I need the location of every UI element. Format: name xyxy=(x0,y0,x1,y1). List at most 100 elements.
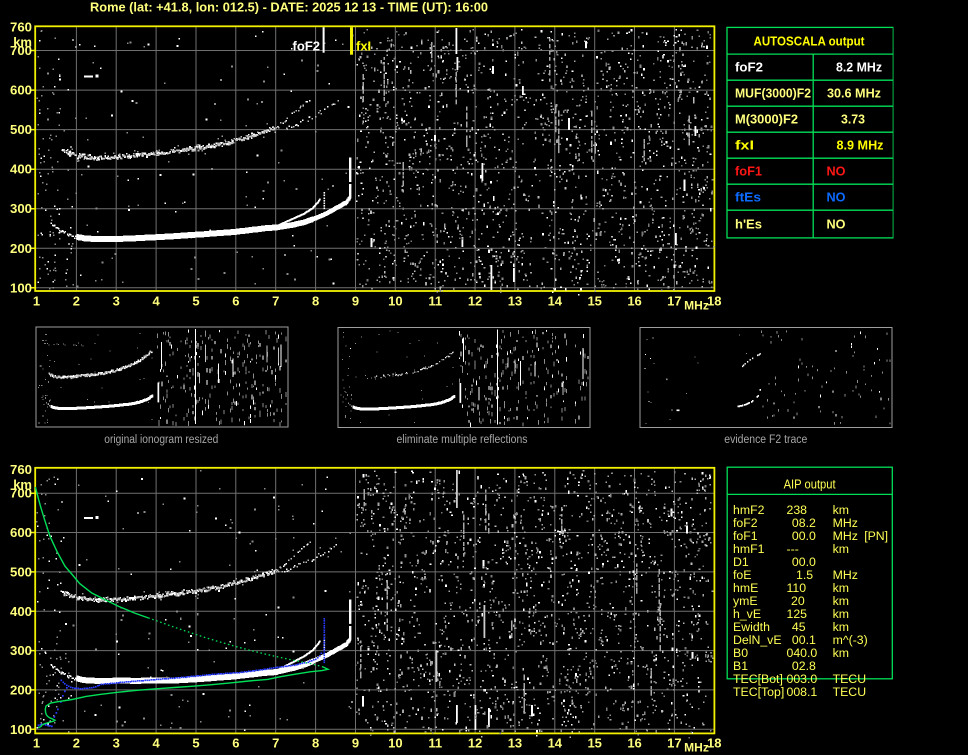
svg-text:foE: foE xyxy=(733,568,751,582)
svg-text:12: 12 xyxy=(468,736,482,751)
svg-text:00.0: 00.0 xyxy=(792,555,816,569)
svg-text:km: km xyxy=(833,620,849,634)
svg-text:NO: NO xyxy=(827,190,846,205)
svg-text:8.2 MHz: 8.2 MHz xyxy=(836,60,882,75)
svg-text:600: 600 xyxy=(10,525,32,540)
svg-text:foF1: foF1 xyxy=(735,164,762,179)
svg-text:7: 7 xyxy=(272,294,279,309)
svg-text:8.9 MHz: 8.9 MHz xyxy=(837,138,884,153)
svg-text:AIP output: AIP output xyxy=(784,478,836,492)
svg-text:hmF1: hmF1 xyxy=(733,542,765,556)
svg-text:---: --- xyxy=(787,542,799,556)
svg-text:17: 17 xyxy=(667,294,681,309)
svg-text:9: 9 xyxy=(352,736,359,751)
svg-text:1: 1 xyxy=(33,736,40,751)
svg-text:3.73: 3.73 xyxy=(841,112,865,127)
svg-text:DelN_vE: DelN_vE xyxy=(733,633,782,647)
svg-text:[PN]: [PN] xyxy=(864,529,888,543)
svg-text:km: km xyxy=(833,542,849,556)
svg-text:1: 1 xyxy=(33,294,40,309)
svg-text:760: 760 xyxy=(10,462,32,477)
svg-text:MHz: MHz xyxy=(833,516,858,530)
svg-text:km: km xyxy=(833,594,849,608)
svg-text:300: 300 xyxy=(10,643,32,658)
svg-text:600: 600 xyxy=(10,83,32,98)
svg-text:8: 8 xyxy=(312,736,319,751)
svg-text:760: 760 xyxy=(10,19,32,34)
svg-text:8: 8 xyxy=(312,294,319,309)
svg-text:h'Es: h'Es xyxy=(735,217,762,232)
svg-text:200: 200 xyxy=(10,682,32,697)
svg-text:NO: NO xyxy=(827,164,846,179)
svg-text:TEC[Top]: TEC[Top] xyxy=(733,685,784,699)
svg-text:040.0: 040.0 xyxy=(787,646,818,660)
svg-text:foF2: foF2 xyxy=(293,39,320,54)
svg-text:eliminate multiple reflections: eliminate multiple reflections xyxy=(397,434,528,446)
svg-text:13: 13 xyxy=(508,736,522,751)
svg-text:125: 125 xyxy=(787,607,808,621)
svg-text:hmE: hmE xyxy=(733,581,758,595)
svg-text:ftEs: ftEs xyxy=(735,190,761,205)
svg-text:008.1: 008.1 xyxy=(787,685,818,699)
svg-text:10: 10 xyxy=(388,294,402,309)
svg-text:1.5: 1.5 xyxy=(796,568,813,582)
svg-text:400: 400 xyxy=(10,604,32,619)
svg-text:Rome (lat: +41.8, lon: 012.5): Rome (lat: +41.8, lon: 012.5) - DATE: 20… xyxy=(90,1,488,15)
svg-text:18: 18 xyxy=(707,294,721,309)
svg-text:foF2: foF2 xyxy=(735,60,763,75)
svg-text:evidence F2 trace: evidence F2 trace xyxy=(724,434,807,446)
svg-text:9: 9 xyxy=(352,294,359,309)
svg-text:3: 3 xyxy=(113,736,120,751)
svg-text:B0: B0 xyxy=(733,646,748,660)
svg-text:MHz: MHz xyxy=(833,529,858,543)
svg-text:MHz: MHz xyxy=(684,299,709,313)
svg-text:ymE: ymE xyxy=(733,594,758,608)
svg-text:12: 12 xyxy=(468,294,482,309)
svg-text:15: 15 xyxy=(587,294,601,309)
svg-text:003.0: 003.0 xyxy=(787,672,818,686)
svg-text:11: 11 xyxy=(428,294,442,309)
svg-text:original ionogram resized: original ionogram resized xyxy=(104,434,218,446)
svg-text:238: 238 xyxy=(787,503,808,517)
svg-text:02.8: 02.8 xyxy=(792,659,816,673)
svg-text:MHz: MHz xyxy=(684,741,709,755)
svg-text:110: 110 xyxy=(787,581,807,595)
svg-text:5: 5 xyxy=(192,294,199,309)
svg-text:14: 14 xyxy=(548,294,563,309)
svg-text:MHz: MHz xyxy=(833,568,858,582)
svg-text:MUF(3000)F2: MUF(3000)F2 xyxy=(735,86,811,101)
svg-text:TEC[Bot]: TEC[Bot] xyxy=(733,672,783,686)
svg-text:17: 17 xyxy=(667,736,681,751)
svg-text:Ewidth: Ewidth xyxy=(733,620,770,634)
svg-text:km: km xyxy=(833,607,849,621)
svg-text:m^(-3): m^(-3) xyxy=(833,633,868,647)
svg-text:NO: NO xyxy=(827,217,846,232)
svg-text:km: km xyxy=(833,503,849,517)
svg-text:13: 13 xyxy=(508,294,522,309)
svg-text:km: km xyxy=(833,646,849,660)
svg-text:TECU: TECU xyxy=(833,672,866,686)
svg-text:4: 4 xyxy=(152,736,160,751)
svg-text:15: 15 xyxy=(587,736,601,751)
svg-text:hmF2: hmF2 xyxy=(733,503,765,517)
svg-text:km: km xyxy=(833,581,849,595)
svg-text:foF1: foF1 xyxy=(733,529,758,543)
svg-text:fxI: fxI xyxy=(356,39,371,54)
svg-text:200: 200 xyxy=(10,241,32,256)
svg-text:5: 5 xyxy=(192,736,199,751)
svg-text:700: 700 xyxy=(10,43,32,58)
svg-text:18: 18 xyxy=(707,736,721,751)
svg-text:45: 45 xyxy=(792,620,806,634)
svg-text:00.1: 00.1 xyxy=(792,633,816,647)
svg-text:00.0: 00.0 xyxy=(792,529,816,543)
svg-text:D1: D1 xyxy=(733,555,749,569)
svg-text:20: 20 xyxy=(791,594,805,608)
svg-text:10: 10 xyxy=(388,736,402,751)
svg-text:6: 6 xyxy=(232,736,239,751)
svg-text:100: 100 xyxy=(10,722,32,737)
svg-text:fxI: fxI xyxy=(735,138,754,153)
svg-text:3: 3 xyxy=(113,294,120,309)
svg-text:B1: B1 xyxy=(733,659,748,673)
svg-text:6: 6 xyxy=(232,294,239,309)
svg-text:08.2: 08.2 xyxy=(792,516,816,530)
